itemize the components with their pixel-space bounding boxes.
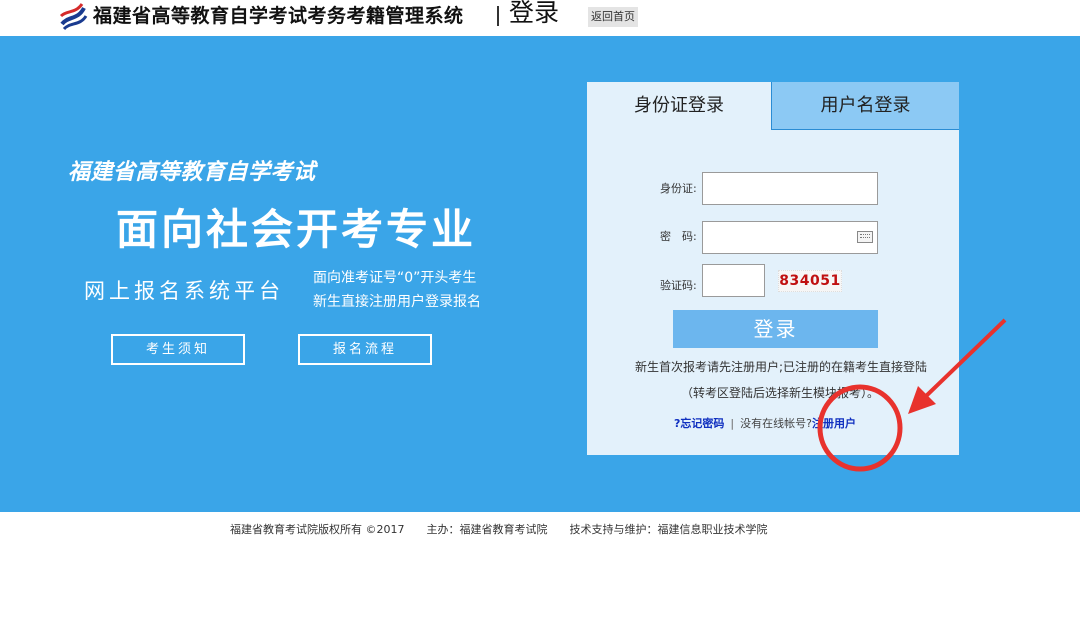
home-link[interactable]: 返回首页 xyxy=(588,7,638,27)
tab-username-login[interactable]: 用户名登录 xyxy=(772,82,959,130)
title-divider xyxy=(497,6,499,26)
page-heading: 登录 xyxy=(509,0,560,27)
candidate-notice-button[interactable]: 考生须知 xyxy=(111,334,245,365)
id-label: 身份证: xyxy=(660,182,697,195)
slogan-note-line2: 新生直接注册用户登录报名 xyxy=(313,294,481,310)
footer-copyright: 福建省教育考试院版权所有 ©2017 主办：福建省教育考试院 技术支持与维护：福… xyxy=(230,523,768,536)
account-links: ?忘记密码 | 没有在线帐号?注册用户 xyxy=(674,415,856,433)
captcha-label: 验证码: xyxy=(660,279,697,292)
registration-process-button[interactable]: 报名流程 xyxy=(298,334,432,365)
captcha-input[interactable] xyxy=(702,264,765,297)
slogan-small: 福建省高等教育自学考试 xyxy=(68,160,316,185)
logo-icon xyxy=(58,2,88,31)
tab-id-login[interactable]: 身份证登录 xyxy=(587,82,772,130)
hint-line2: （转考区登陆后选择新生模块报考）。 xyxy=(681,386,880,400)
no-account-text: 没有在线帐号? xyxy=(740,417,812,430)
login-panel: 身份证登录 用户名登录 身份证: 密 码: 验证码: 834051 登录 新生首… xyxy=(587,82,959,455)
link-separator: | xyxy=(730,417,735,430)
slogan-note-line1: 面向准考证号“0”开头考生 xyxy=(313,270,477,286)
forgot-password-link[interactable]: ?忘记密码 xyxy=(674,417,724,430)
register-link[interactable]: 注册用户 xyxy=(812,417,856,430)
site-title: 福建省高等教育自学考试考务考籍管理系统 xyxy=(93,5,464,27)
banner: 福建省高等教育自学考试 面向社会开考专业 网上报名系统平台 面向准考证号“0”开… xyxy=(0,36,1080,512)
password-label: 密 码: xyxy=(660,230,697,243)
captcha-image[interactable]: 834051 xyxy=(778,270,842,292)
hint-line1: 新生首次报考请先注册用户;已注册的在籍考生直接登陆 xyxy=(635,360,928,374)
footer: 福建省教育考试院版权所有 ©2017 主办：福建省教育考试院 技术支持与维护：福… xyxy=(0,512,1080,632)
slogan-platform: 网上报名系统平台 xyxy=(84,279,284,303)
header: 福建省高等教育自学考试考务考籍管理系统 登录 返回首页 xyxy=(0,0,1080,36)
password-input[interactable] xyxy=(702,221,878,254)
login-button[interactable]: 登录 xyxy=(673,310,878,348)
slogan-headline: 面向社会开考专业 xyxy=(116,205,477,254)
id-number-input[interactable] xyxy=(702,172,878,205)
keyboard-icon[interactable] xyxy=(857,231,873,243)
